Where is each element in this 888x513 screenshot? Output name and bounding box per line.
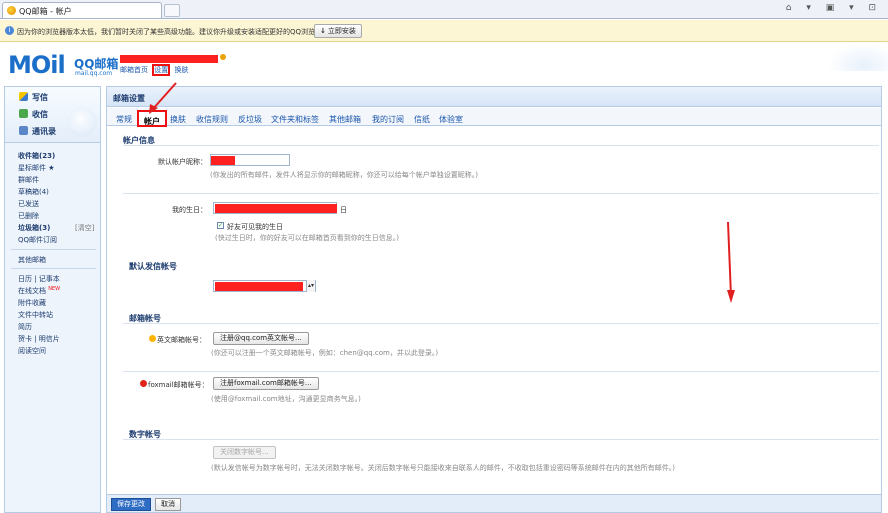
arrow-down-scroll [727,221,732,297]
annotation-arrows [149,82,735,303]
arrow-to-account-tab [151,82,177,111]
arrowhead-down-scroll [727,290,735,303]
